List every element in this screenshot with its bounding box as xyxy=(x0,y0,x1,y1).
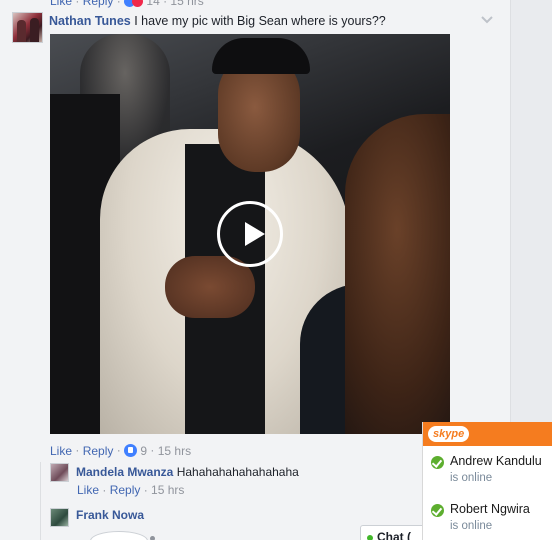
avatar[interactable] xyxy=(12,12,43,43)
reply-body: Frank Nowa xyxy=(76,508,144,522)
chat-tab[interactable]: Chat ( xyxy=(360,525,426,540)
contact-status: is online xyxy=(450,520,493,532)
reply-time: 15 hrs xyxy=(151,483,185,497)
comment-text: I have my pic with Big Sean where is you… xyxy=(134,14,386,28)
previous-comment-actions: Like · Reply · 14 · 15 hrs xyxy=(50,0,204,8)
reply-author[interactable]: Frank Nowa xyxy=(76,508,144,522)
comment-time: 15 hrs xyxy=(157,443,192,458)
video-player[interactable] xyxy=(50,34,450,434)
comment-time: 15 hrs xyxy=(170,0,204,8)
chevron-down-icon[interactable] xyxy=(480,13,494,27)
like-count: 9 xyxy=(140,443,148,458)
avatar[interactable] xyxy=(50,508,69,527)
reply-text: Hahahahahahahahaha xyxy=(176,465,299,479)
reaction-count: 14 xyxy=(146,0,160,8)
attached-image[interactable] xyxy=(90,531,148,540)
contact-name: Robert Ngwira xyxy=(450,502,530,516)
love-react-icon xyxy=(132,0,144,8)
like-link[interactable]: Like xyxy=(77,483,99,497)
online-dot-icon xyxy=(367,535,373,540)
skype-contact[interactable]: Andrew Kandulu is online xyxy=(423,452,552,486)
like-link[interactable]: Like xyxy=(50,444,72,458)
like-icon[interactable] xyxy=(124,444,138,458)
chat-tab-label: Chat ( xyxy=(377,530,411,540)
contact-status: is online xyxy=(450,472,493,484)
avatar[interactable] xyxy=(50,463,69,482)
comment-author[interactable]: Nathan Tunes xyxy=(49,14,131,28)
online-check-icon xyxy=(431,504,444,517)
comment-body: Nathan Tunes I have my pic with Big Sean… xyxy=(49,14,386,28)
like-link[interactable]: Like xyxy=(50,0,72,8)
skype-panel: skype Andrew Kandulu is online Robert Ng… xyxy=(422,422,552,540)
reply-author[interactable]: Mandela Mwanza xyxy=(76,465,173,479)
comment-actions: Like · Reply · 9 · 15 hrs xyxy=(50,443,192,458)
skype-logo: skype xyxy=(428,426,470,442)
skype-header[interactable]: skype xyxy=(423,422,552,446)
reply-actions: Like · Reply · 15 hrs xyxy=(77,483,185,497)
reply-link[interactable]: Reply xyxy=(110,483,141,497)
contact-name: Andrew Kandulu xyxy=(450,454,542,468)
online-check-icon xyxy=(431,456,444,469)
reply-thread-line xyxy=(40,462,41,540)
play-icon[interactable] xyxy=(217,201,283,267)
more-dot-icon xyxy=(150,536,155,540)
skype-contact[interactable]: Robert Ngwira is online xyxy=(423,500,552,534)
reply-link[interactable]: Reply xyxy=(83,444,114,458)
reply-body: Mandela Mwanza Hahahahahahahahaha xyxy=(76,465,299,479)
reply-link[interactable]: Reply xyxy=(83,0,114,8)
